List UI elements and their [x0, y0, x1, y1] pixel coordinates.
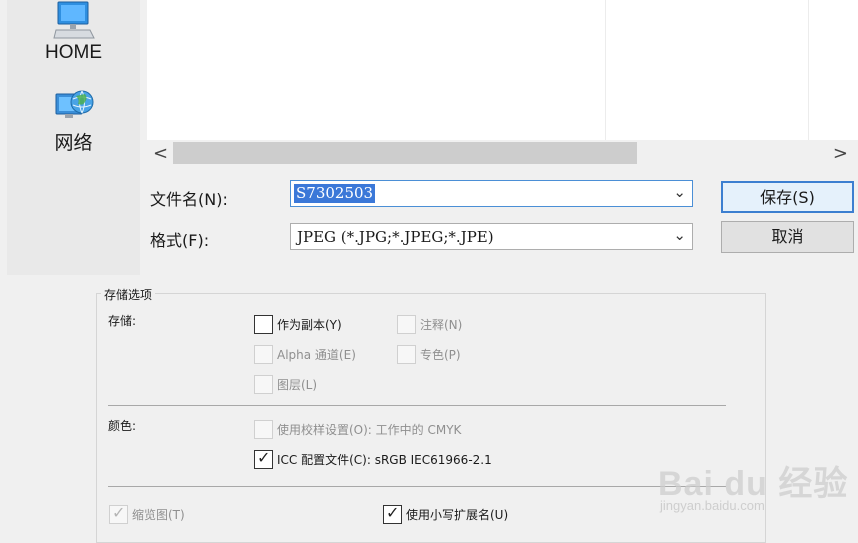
proof-setup-checkbox[interactable] — [254, 420, 273, 439]
network-globe-icon — [55, 90, 93, 118]
format-value[interactable]: JPEG (*.JPG;*.JPEG;*.JPE) — [297, 228, 494, 247]
storage-section-label: 存储: — [108, 314, 137, 328]
chevron-down-icon[interactable]: ⌄ — [673, 183, 686, 201]
alpha-channels-label[interactable]: Alpha 通道(E) — [277, 346, 356, 363]
proof-setup-label[interactable]: 使用校样设置(O): 工作中的 CMYK — [277, 421, 461, 438]
icc-profile-label[interactable]: ICC 配置文件(C): sRGB IEC61966-2.1 — [277, 451, 492, 468]
file-list[interactable] — [147, 0, 858, 140]
check-icon: ✓ — [112, 503, 126, 522]
save-button[interactable]: 保存(S) — [721, 181, 854, 213]
color-section-label: 颜色: — [108, 419, 137, 433]
place-network-label: 网络 — [54, 133, 93, 154]
thumbnail-label[interactable]: 缩览图(T) — [132, 506, 185, 523]
scroll-right-icon[interactable]: > — [833, 143, 848, 164]
place-home-label: HOME — [45, 42, 102, 63]
format-select[interactable]: JPEG (*.JPG;*.JPEG;*.JPE) ⌄ — [290, 223, 693, 250]
alpha-channels-checkbox[interactable] — [254, 345, 273, 364]
column-divider — [605, 0, 606, 140]
spot-colors-checkbox[interactable] — [397, 345, 416, 364]
icc-profile-checkbox[interactable]: ✓ — [254, 448, 273, 469]
home-computer-icon — [52, 1, 95, 39]
section-divider — [108, 486, 726, 487]
place-home[interactable]: HOME — [7, 0, 140, 64]
thumbnail-checkbox[interactable]: ✓ — [109, 503, 128, 524]
file-name-label: 文件名(N): — [150, 190, 228, 209]
cancel-button[interactable]: 取消 — [721, 221, 854, 253]
column-divider — [808, 0, 809, 140]
places-panel: HOME 网络 — [7, 0, 140, 275]
storage-options-title: 存储选项 — [101, 286, 156, 303]
scrollbar-thumb[interactable] — [173, 142, 637, 164]
horizontal-scrollbar[interactable]: < > — [147, 140, 858, 166]
chevron-down-icon[interactable]: ⌄ — [673, 226, 686, 244]
lowercase-extension-checkbox[interactable]: ✓ — [383, 503, 402, 524]
lowercase-extension-label[interactable]: 使用小写扩展名(U) — [406, 506, 508, 523]
section-divider — [108, 405, 726, 406]
format-label: 格式(F): — [150, 231, 210, 250]
layers-checkbox[interactable] — [254, 375, 273, 394]
layers-label[interactable]: 图层(L) — [277, 376, 317, 393]
check-icon: ✓ — [257, 448, 271, 467]
as-copy-label[interactable]: 作为副本(Y) — [277, 316, 342, 333]
file-name-input[interactable]: S7302503 ⌄ — [290, 180, 693, 207]
notes-label[interactable]: 注释(N) — [420, 316, 462, 333]
file-name-value[interactable]: S7302503 — [294, 184, 376, 203]
place-network[interactable]: 网络 — [7, 84, 140, 155]
spot-colors-label[interactable]: 专色(P) — [420, 346, 461, 363]
check-icon: ✓ — [386, 503, 400, 522]
notes-checkbox[interactable] — [397, 315, 416, 334]
scroll-left-icon[interactable]: < — [153, 143, 168, 164]
as-copy-checkbox[interactable] — [254, 315, 273, 334]
